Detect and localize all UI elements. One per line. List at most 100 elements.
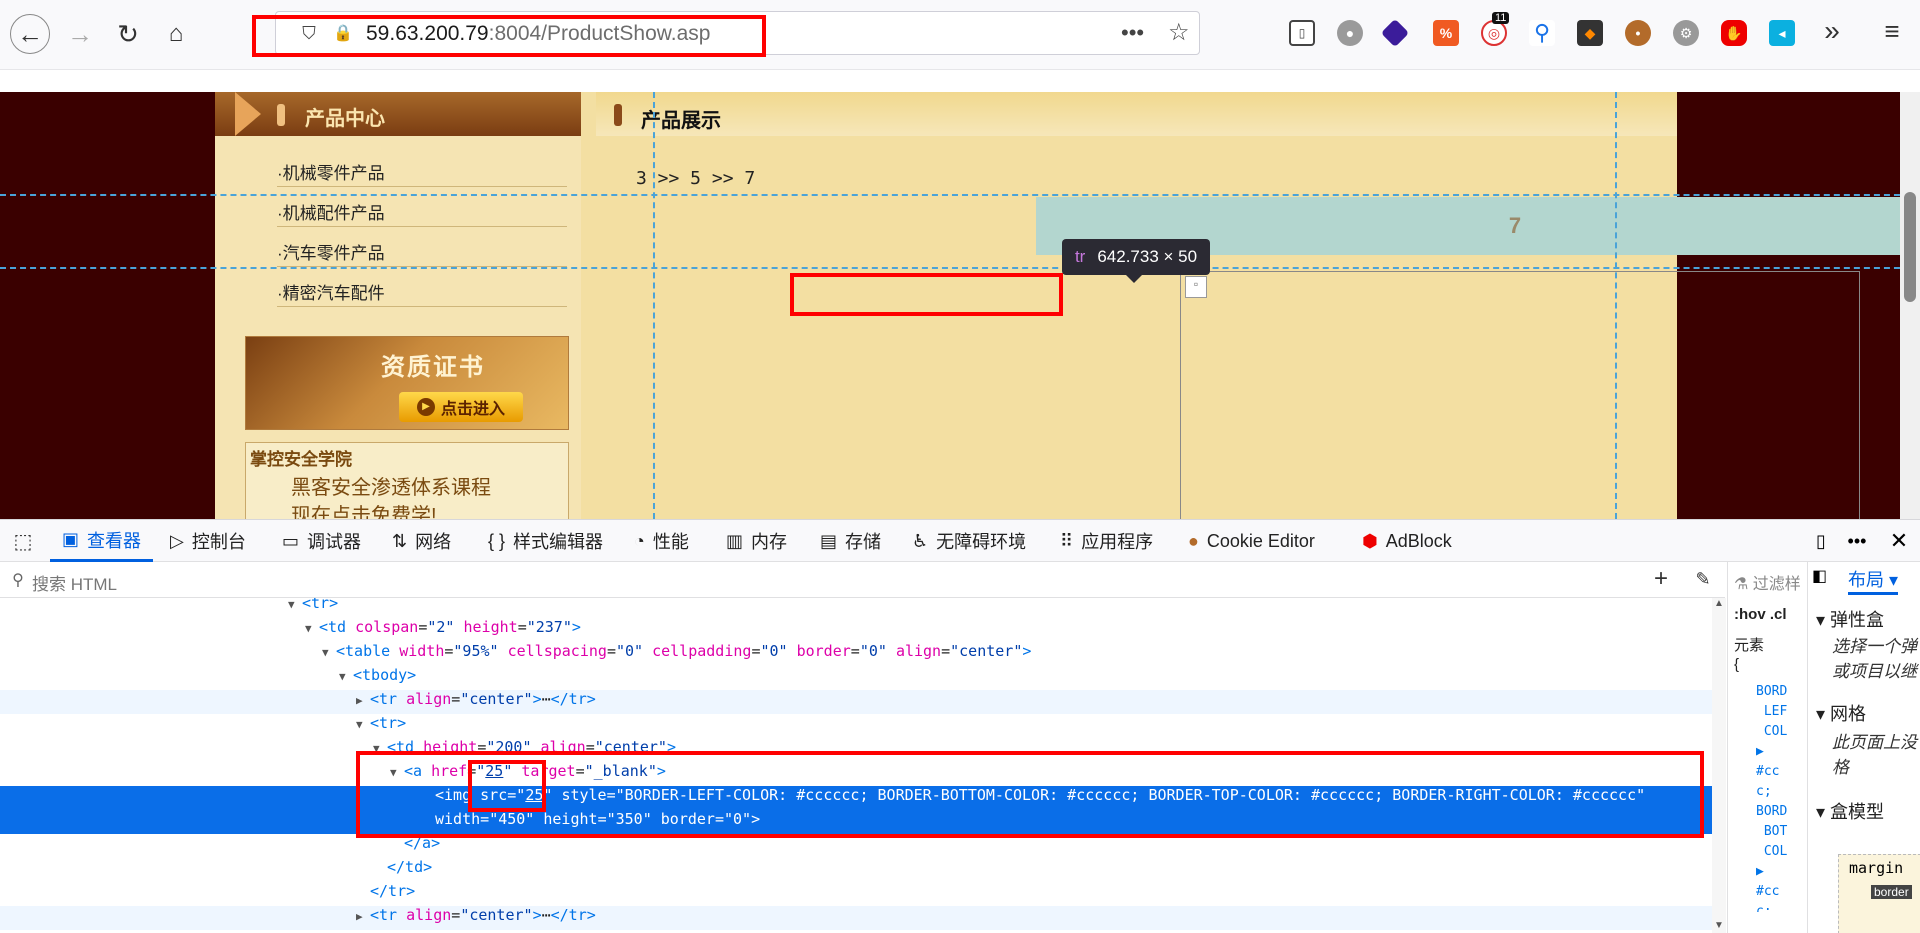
- markup-line[interactable]: ▼ <tr>: [356, 714, 406, 738]
- enter-button[interactable]: ▶ 点击进入: [399, 392, 523, 422]
- tab-layout[interactable]: 布局 ▾: [1848, 566, 1899, 595]
- gear-extension-icon[interactable]: ⚙: [1673, 20, 1699, 46]
- tab-network[interactable]: ⇅ 网络: [392, 520, 451, 562]
- guide-line: [0, 194, 1920, 196]
- markup-scrollbar[interactable]: ▲ ▼: [1712, 598, 1726, 933]
- tab-performance[interactable]: ◔ 性能: [634, 520, 689, 562]
- sidebar-item-mechanical-parts[interactable]: ·机械零件产品: [277, 147, 567, 187]
- border-label: border: [1871, 885, 1912, 899]
- markup-line[interactable]: ▼ <table width="95%" cellspacing="0" cell…: [322, 642, 1031, 666]
- flexbox-section[interactable]: ▾ 弹性盒: [1816, 606, 1884, 632]
- bar-icon: [614, 104, 622, 126]
- scroll-down-icon[interactable]: ▼: [1714, 920, 1724, 931]
- markup-line[interactable]: ▼ <td colspan="2" height="237">: [305, 618, 581, 642]
- grid-hint: 此页面上没 格: [1832, 733, 1917, 777]
- search-icon: ⚲: [12, 572, 24, 589]
- certificate-title: 资质证书: [381, 354, 485, 381]
- sidebar-item-precision-auto[interactable]: ·精密汽车配件: [277, 267, 567, 307]
- hackbar-icon[interactable]: ◆: [1577, 20, 1603, 46]
- ad-school-name: 掌控安全学院: [250, 450, 352, 469]
- inspector-icon: ▣: [62, 529, 80, 549]
- markup-line-text: <tr>: [370, 714, 407, 732]
- home-icon[interactable]: ⌂: [156, 14, 196, 54]
- element-picker-icon[interactable]: ⬚: [10, 528, 36, 554]
- markup-line[interactable]: ▶ <tr align="center">⋯</tr>: [0, 906, 1712, 930]
- add-node-icon[interactable]: +: [1648, 565, 1674, 592]
- memory-icon: ▥: [726, 530, 744, 551]
- tab-inspector[interactable]: ▣ 查看器: [50, 520, 154, 562]
- collapse-triangle-icon[interactable]: ▼: [305, 622, 319, 635]
- location-pin-icon[interactable]: ⚲: [1529, 20, 1555, 46]
- sidebar-icon[interactable]: ▯: [1289, 20, 1315, 46]
- braces-icon: { }: [488, 530, 506, 551]
- forward-icon[interactable]: →: [60, 14, 100, 54]
- collapse-triangle-icon[interactable]: ▼: [322, 646, 336, 659]
- markup-line[interactable]: </tr>: [356, 882, 415, 906]
- tab-application[interactable]: ⠿ 应用程序: [1060, 520, 1153, 562]
- content-area: 产品展示 3 >> 5 >> 7 7 ▫: [596, 92, 1920, 519]
- sidebar-item-mechanical-accessories[interactable]: ·机械配件产品: [277, 187, 567, 227]
- page-actions-icon[interactable]: •••: [1121, 20, 1144, 46]
- product-image-frame[interactable]: ▫: [1180, 271, 1860, 519]
- rules-filter[interactable]: ⚗ 过滤样: [1734, 570, 1801, 594]
- eyedropper-icon[interactable]: ✎: [1690, 566, 1716, 592]
- tab-debugger[interactable]: ▭ 调试器: [282, 520, 361, 562]
- dock-icon[interactable]: ▯: [1808, 528, 1834, 554]
- extension-badge: 11: [1492, 12, 1510, 24]
- markup-line[interactable]: </td>: [373, 858, 432, 882]
- toggle-sidebar-icon[interactable]: ◧: [1812, 566, 1838, 592]
- cookie-icon: ●: [1188, 530, 1199, 551]
- tab-memory[interactable]: ▥ 内存: [726, 520, 787, 562]
- guide-line: [0, 267, 1920, 269]
- cookie-icon[interactable]: •: [1625, 20, 1651, 46]
- hov-toggle[interactable]: :hov .cl: [1734, 606, 1787, 623]
- tab-cookie-editor[interactable]: ● Cookie Editor: [1188, 520, 1315, 562]
- adblock-icon[interactable]: ✋: [1721, 20, 1747, 46]
- sidebar-item-auto-parts[interactable]: ·汽车零件产品: [277, 227, 567, 267]
- box-model-diagram: margin border: [1838, 854, 1920, 933]
- scrollbar-thumb[interactable]: [1904, 192, 1916, 302]
- tab-storage[interactable]: ▤ 存储: [820, 520, 881, 562]
- tab-console[interactable]: ▷ 控制台: [170, 520, 246, 562]
- expand-triangle-icon[interactable]: ▶: [356, 910, 370, 923]
- devtools-panel: ⬚ ▣ 查看器 ▷ 控制台 ▭ 调试器 ⇅ 网络 { } 样式编辑器 ◔ 性能 ▥ 内存 ▤ 存…: [0, 519, 1920, 933]
- code-extension-icon[interactable]: %: [1433, 20, 1459, 46]
- broken-image-icon[interactable]: ▫: [1185, 276, 1207, 298]
- guide-line: [1615, 92, 1617, 519]
- box-model-section[interactable]: ▾ 盒模型: [1816, 798, 1884, 824]
- guide-line: [653, 92, 655, 519]
- reload-icon[interactable]: ↻: [108, 14, 148, 54]
- tab-accessibility[interactable]: ♿ 无障碍环境: [912, 520, 1026, 562]
- margin-label: margin: [1849, 859, 1904, 877]
- scroll-up-icon[interactable]: ▲: [1714, 598, 1724, 609]
- collapse-triangle-icon[interactable]: ▼: [339, 670, 353, 683]
- tag-extension-icon[interactable]: ◂: [1769, 20, 1795, 46]
- more-icon[interactable]: •••: [1844, 528, 1870, 554]
- tab-style-editor[interactable]: { } 样式编辑器: [488, 520, 603, 562]
- console-icon: ▷: [170, 530, 184, 551]
- markup-line[interactable]: ▼ <tr>: [288, 598, 338, 618]
- collapse-triangle-icon[interactable]: ▼: [356, 718, 370, 731]
- tab-adblock[interactable]: ⬢ AdBlock: [1362, 520, 1452, 562]
- close-icon[interactable]: ✕: [1886, 528, 1912, 554]
- bookmark-star-icon[interactable]: ☆: [1168, 18, 1190, 47]
- markup-line[interactable]: ▶ <tr align="center">⋯</tr>: [0, 690, 1712, 714]
- enter-button-label: 点击进入: [440, 401, 505, 418]
- grid-section[interactable]: ▾ 网格: [1816, 700, 1866, 726]
- ad-course-name: 黑客安全渗透体系课程: [291, 477, 491, 499]
- markup-line[interactable]: ▼ <tbody>: [339, 666, 416, 690]
- search-input[interactable]: 搜索 HTML: [32, 570, 117, 595]
- overflow-chevrons-icon[interactable]: »: [1817, 15, 1847, 46]
- layers-extension-icon[interactable]: [1380, 18, 1410, 48]
- menu-icon[interactable]: ≡: [1877, 16, 1907, 46]
- page-scrollbar[interactable]: [1900, 92, 1920, 519]
- circle-extension-icon[interactable]: ●: [1337, 20, 1363, 46]
- back-icon[interactable]: ←: [10, 14, 50, 54]
- expand-triangle-icon[interactable]: ▶: [356, 694, 370, 707]
- certificate-banner[interactable]: 资质证书 ▶ 点击进入: [245, 336, 569, 430]
- collapse-triangle-icon[interactable]: ▼: [288, 598, 302, 611]
- markup-line-text: <tr>: [302, 598, 339, 612]
- course-ad-banner[interactable]: 掌控安全学院 黑客安全渗透体系课程 现在点击免费学!: [245, 442, 569, 519]
- tooltip-arrow: [1126, 275, 1142, 283]
- flexbox-hint: 选择一个弹 或项目以继: [1832, 637, 1917, 681]
